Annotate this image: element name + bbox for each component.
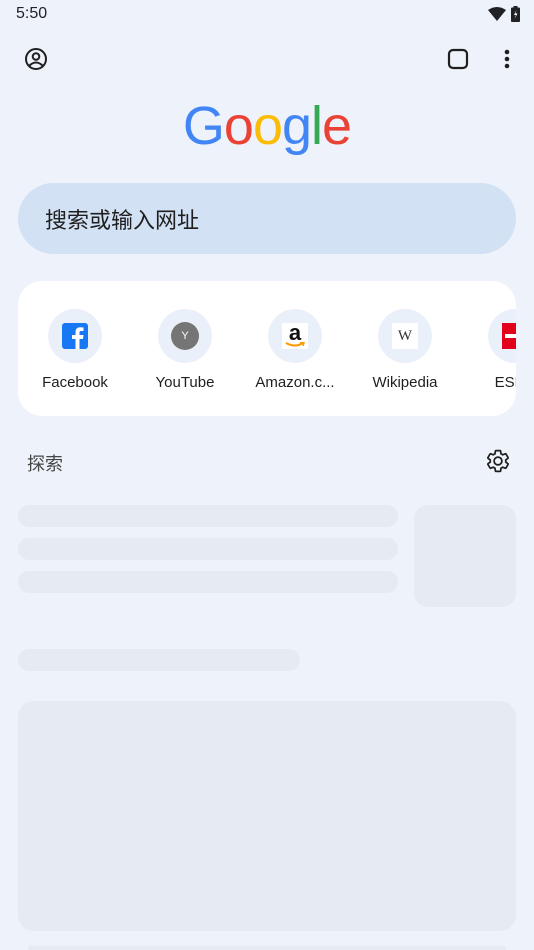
- shortcut-tiles: Facebook Y YouTube a Amazon.c... W Wikip…: [18, 281, 516, 416]
- search-placeholder: 搜索或输入网址: [45, 207, 200, 233]
- wifi-icon: [488, 7, 506, 21]
- tile-icon-bg: [48, 309, 102, 363]
- tile-label: YouTube: [155, 374, 215, 391]
- amazon-smile: [285, 342, 305, 347]
- google-logo: Google: [0, 96, 534, 156]
- tile-icon-bg: [488, 309, 516, 363]
- tile-facebook[interactable]: Facebook: [20, 309, 130, 399]
- more-menu-button[interactable]: [489, 41, 525, 77]
- tile-label: Wikipedia: [372, 374, 438, 391]
- amazon-glyph: a: [288, 320, 302, 345]
- logo-letter: e: [322, 96, 352, 156]
- status-bar: 5:50: [0, 0, 534, 28]
- skeleton-line: [28, 946, 506, 950]
- account-icon: [25, 48, 47, 70]
- skeleton-line: [18, 649, 300, 671]
- youtube-letter-icon: Y: [171, 322, 199, 350]
- skeleton-thumbnail: [414, 505, 516, 607]
- gear-icon: [487, 449, 509, 473]
- logo-letter: l: [311, 96, 323, 156]
- more-vert-icon: [504, 49, 510, 69]
- tile-icon-bg: Y: [158, 309, 212, 363]
- account-button[interactable]: [18, 41, 54, 77]
- skeleton-line: [18, 538, 398, 560]
- espn-mark: [505, 334, 516, 338]
- tab-switcher-button[interactable]: [440, 41, 476, 77]
- skeleton-card: [18, 701, 516, 931]
- tile-espn[interactable]: ESPN: [460, 309, 516, 399]
- wikipedia-glyph: W: [397, 327, 413, 344]
- amazon-icon: a: [282, 320, 308, 349]
- espn-icon: [502, 323, 516, 349]
- skeleton-line: [18, 571, 398, 593]
- tile-wikipedia[interactable]: W Wikipedia: [350, 309, 460, 399]
- skeleton-line: [18, 505, 398, 527]
- youtube-glyph: Y: [181, 330, 189, 342]
- feed-settings-button[interactable]: [485, 448, 511, 474]
- facebook-icon: [62, 323, 88, 349]
- toolbar: [0, 40, 534, 78]
- status-icons: [488, 6, 520, 22]
- logo-letter: o: [223, 96, 254, 156]
- logo-letter: g: [282, 96, 312, 156]
- tile-label: ESPN: [494, 374, 516, 391]
- tile-icon-bg: a: [268, 309, 322, 363]
- tile-label: Amazon.c...: [255, 374, 335, 391]
- status-time: 5:50: [16, 5, 48, 22]
- explore-label: 探索: [27, 454, 63, 474]
- battery-icon: [511, 6, 520, 22]
- search-box[interactable]: 搜索或输入网址: [18, 183, 516, 254]
- tile-label: Facebook: [42, 374, 108, 391]
- tile-amazon[interactable]: a Amazon.c...: [240, 309, 350, 399]
- explore-header: 探索: [0, 446, 534, 476]
- tile-icon-bg: W: [378, 309, 432, 363]
- wikipedia-icon: W: [392, 323, 418, 349]
- logo-letter: G: [182, 96, 225, 156]
- logo-letter: o: [252, 96, 283, 156]
- tile-youtube[interactable]: Y YouTube: [130, 309, 240, 399]
- tab-switcher-icon: [447, 48, 469, 70]
